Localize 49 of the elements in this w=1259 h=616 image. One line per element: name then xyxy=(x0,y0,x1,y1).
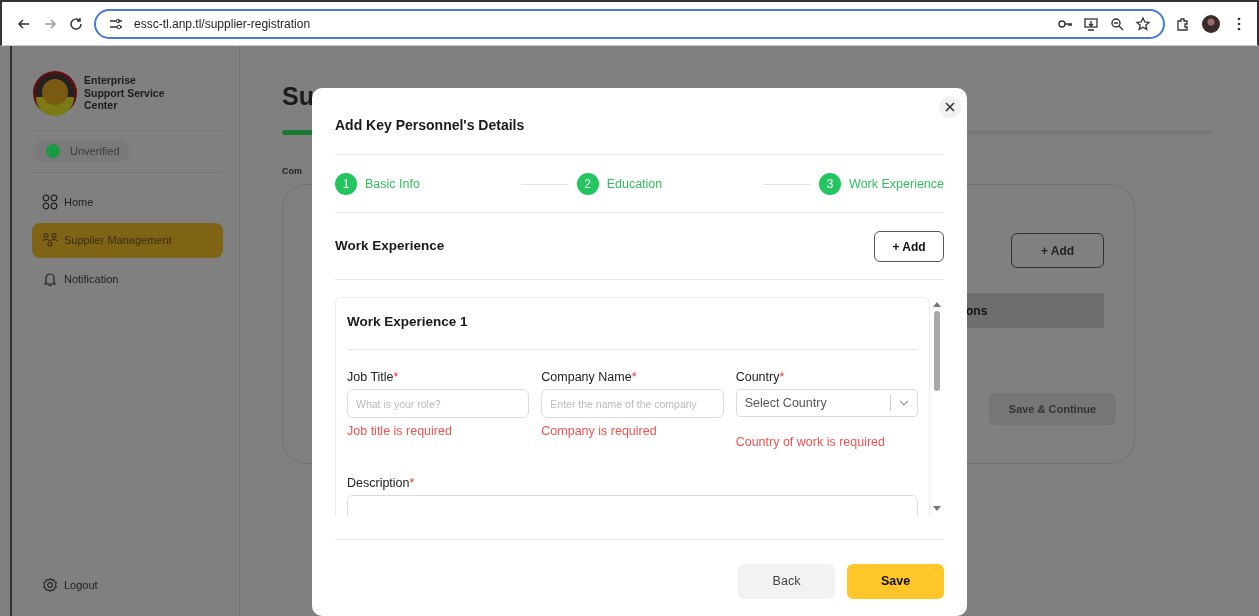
zoom-icon[interactable] xyxy=(1109,15,1125,32)
field-label: Job Title* xyxy=(347,369,400,387)
people-icon xyxy=(42,232,58,249)
nav-item[interactable]: Home xyxy=(32,184,223,219)
nav-item[interactable]: Supplier Management xyxy=(32,223,223,258)
step-label[interactable]: Basic Info xyxy=(365,174,420,194)
error-message: Country of work is required xyxy=(735,434,887,451)
close-icon xyxy=(945,102,955,112)
grid-icon xyxy=(42,193,58,210)
field-label: Country* xyxy=(735,369,786,387)
table-header: ons xyxy=(966,293,1104,328)
reload-icon[interactable] xyxy=(68,15,84,32)
error-message: Job title is required xyxy=(347,423,453,440)
status-toggle[interactable]: Unverified xyxy=(32,141,130,162)
field-label: Company Name* xyxy=(541,369,638,387)
entry-title: Work Experience 1 xyxy=(347,298,918,351)
brand-name: Enterprise Support Service Center xyxy=(84,74,166,112)
save-button[interactable]: Save xyxy=(847,564,944,599)
error-message: Company is required xyxy=(541,423,658,440)
step-number: 1 xyxy=(335,173,357,195)
input-field[interactable]: What is your role? xyxy=(347,389,530,418)
nav-item[interactable]: Notification xyxy=(32,261,223,296)
page-title: Su xyxy=(282,81,314,112)
step-label[interactable]: Work Experience xyxy=(849,174,944,194)
input-field[interactable]: Enter the name of the company xyxy=(541,389,724,418)
step-label[interactable]: Education xyxy=(606,174,663,194)
gear-icon xyxy=(42,576,58,593)
back-button[interactable]: Back xyxy=(738,564,835,599)
logo-icon xyxy=(32,70,78,116)
install-icon[interactable] xyxy=(1083,15,1099,32)
url-text: essc-tl.anp.tl/supplier-registration xyxy=(134,15,312,33)
star-icon[interactable] xyxy=(1135,15,1151,32)
extensions-icon[interactable] xyxy=(1175,15,1191,32)
step-number: 2 xyxy=(576,173,599,195)
scroll-down-icon[interactable] xyxy=(932,506,941,512)
add-button[interactable]: + Add xyxy=(874,231,944,262)
close-button[interactable] xyxy=(939,96,961,118)
bell-icon xyxy=(42,270,58,287)
add-button[interactable]: + Add xyxy=(1011,233,1104,268)
avatar-icon[interactable] xyxy=(1201,13,1221,34)
step-number: 3 xyxy=(819,173,842,195)
modal-title: Add Key Personnel's Details xyxy=(335,115,944,155)
scroll-up-icon[interactable] xyxy=(932,301,941,307)
save-continue-button[interactable]: Save & Continue xyxy=(989,393,1116,425)
section-title: Work Experience xyxy=(335,237,445,256)
select-field[interactable]: Select Country xyxy=(735,389,918,417)
field-label: Description* xyxy=(347,474,416,492)
logout-link[interactable]: Logout xyxy=(32,567,223,602)
address-bar[interactable]: essc-tl.anp.tl/supplier-registration xyxy=(94,8,1165,39)
